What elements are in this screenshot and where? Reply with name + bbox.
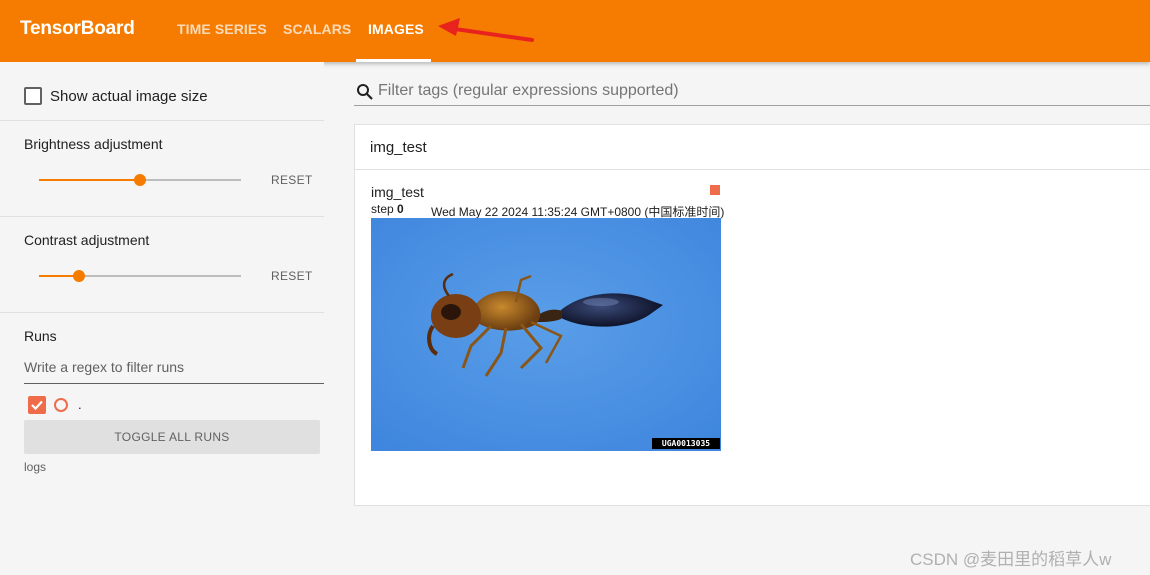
show-actual-size-label: Show actual image size	[50, 88, 208, 105]
run-color-icon[interactable]	[54, 398, 68, 412]
step-value: 0	[397, 202, 404, 216]
image-card-group: img_test img_test step 0 Wed May 22 2024…	[354, 124, 1150, 506]
active-tab-indicator	[356, 59, 431, 62]
tab-scalars[interactable]: SCALARS	[283, 21, 351, 37]
sidebar: Show actual image size Brightness adjust…	[0, 62, 324, 575]
run-color-badge	[710, 185, 720, 195]
run-checkbox[interactable]	[28, 396, 46, 414]
contrast-label: Contrast adjustment	[24, 232, 150, 248]
contrast-reset-button[interactable]: RESET	[271, 269, 313, 283]
brightness-label: Brightness adjustment	[24, 136, 163, 152]
top-bar: TensorBoard TIME SERIES SCALARS IMAGES	[0, 0, 1150, 62]
runs-filter-input[interactable]: Write a regex to filter runs	[24, 359, 324, 384]
image-tag: UGA0013035	[652, 438, 720, 449]
runs-footer: logs	[24, 460, 47, 474]
card-title: img_test	[370, 139, 427, 156]
divider	[0, 312, 324, 313]
tab-time-series[interactable]: TIME SERIES	[177, 21, 267, 37]
brightness-slider-fill	[39, 179, 140, 181]
image-step: step 0	[371, 202, 404, 216]
red-arrow-annotation-icon	[438, 18, 534, 42]
tag-filter[interactable]: Filter tags (regular expressions support…	[354, 78, 1150, 106]
brightness-slider-thumb[interactable]	[134, 174, 146, 186]
csdn-watermark: CSDN @麦田里的稻草人w	[910, 550, 1112, 569]
check-icon	[31, 400, 43, 411]
divider	[0, 216, 324, 217]
run-name: .	[78, 397, 82, 412]
divider	[0, 120, 324, 121]
show-actual-size-checkbox[interactable]	[24, 87, 42, 105]
search-icon	[357, 84, 373, 100]
step-label: step	[371, 202, 394, 216]
app-title: TensorBoard	[20, 18, 135, 39]
runs-title: Runs	[24, 328, 57, 344]
image-title: img_test	[371, 184, 424, 200]
toggle-all-runs-button[interactable]: TOGGLE ALL RUNS	[24, 420, 320, 454]
tab-images[interactable]: IMAGES	[368, 21, 424, 37]
contrast-slider-thumb[interactable]	[73, 270, 85, 282]
image-viewer[interactable]: UGA0013035	[371, 218, 721, 451]
brightness-reset-button[interactable]: RESET	[271, 173, 313, 187]
tag-filter-input[interactable]: Filter tags (regular expressions support…	[378, 82, 679, 100]
ant-image	[371, 218, 721, 451]
card-header: img_test	[355, 125, 1150, 170]
